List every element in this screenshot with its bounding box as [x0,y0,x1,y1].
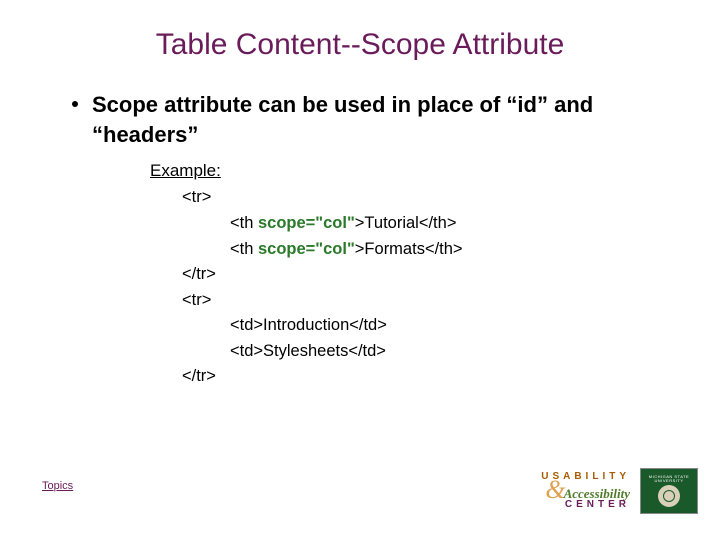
msu-logo: MICHIGAN STATE UNIVERSITY [640,468,698,514]
slide: Table Content--Scope Attribute Scope att… [0,0,720,540]
code-line: </tr> [182,262,678,288]
code-line: </tr> [182,364,678,390]
bullet-icon [72,101,78,107]
code-line: <th scope="col">Tutorial</th> [182,211,678,237]
ampersand-icon: & [545,482,565,498]
logo-center-text: CENTER [565,500,630,510]
usability-accessibility-logo: USABILITY & Accessibility CENTER [541,472,630,509]
example-label: Example: [150,161,678,181]
footer-logos: USABILITY & Accessibility CENTER MICHIGA… [541,468,698,514]
topics-link[interactable]: Topics [42,480,73,492]
code-block: <tr> <th scope="col">Tutorial</th> <th s… [182,185,678,390]
code-line: <th scope="col">Formats</th> [182,237,678,263]
page-title: Table Content--Scope Attribute [42,28,678,62]
code-line: <tr> [182,288,678,314]
bullet-text: Scope attribute can be used in place of … [92,90,648,149]
scope-attribute: scope="col" [258,240,355,258]
bullet-item: Scope attribute can be used in place of … [72,90,648,149]
code-line: <td>Introduction</td> [182,313,678,339]
code-line: <tr> [182,185,678,211]
seal-icon [658,485,680,507]
msu-text-line2: UNIVERSITY [654,479,683,483]
scope-attribute: scope="col" [258,214,355,232]
code-line: <td>Stylesheets</td> [182,339,678,365]
